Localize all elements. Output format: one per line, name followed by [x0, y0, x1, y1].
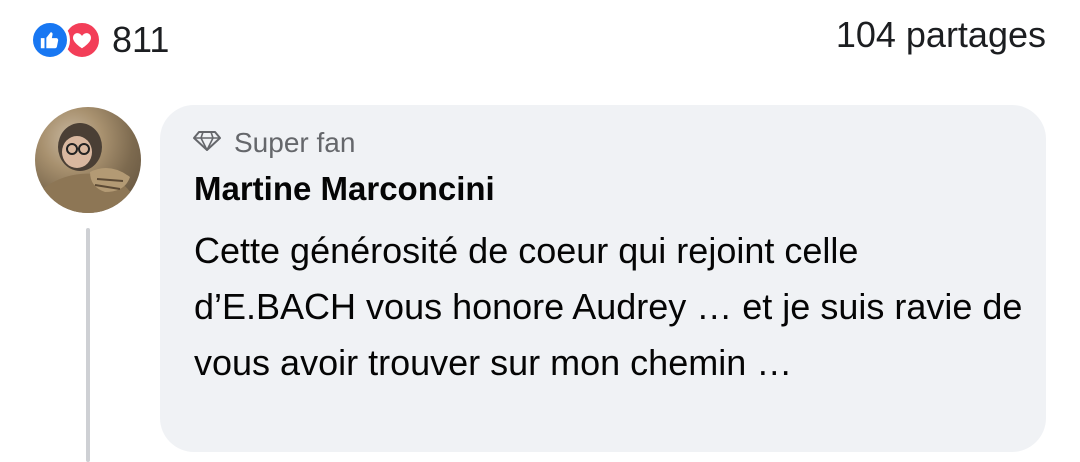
comment-author[interactable]: Martine Marconcini	[194, 169, 495, 209]
thread-line	[86, 228, 90, 462]
diamond-icon	[192, 130, 222, 157]
thumbs-up-icon	[30, 20, 70, 60]
comment-bubble: Super fan Martine Marconcini Cette génér…	[160, 105, 1046, 452]
reaction-count: 811	[112, 19, 170, 60]
fan-badge: Super fan	[192, 129, 355, 157]
shares-count[interactable]: 104 partages	[836, 17, 1046, 53]
post-footer: 811 104 partages Super fan Martine Marco…	[0, 0, 1080, 462]
avatar[interactable]	[35, 107, 141, 213]
badge-label: Super fan	[234, 127, 356, 158]
comment-text: Cette générosité de coeur qui rejoint ce…	[194, 230, 1023, 383]
reactions-summary[interactable]: 811	[30, 15, 169, 65]
